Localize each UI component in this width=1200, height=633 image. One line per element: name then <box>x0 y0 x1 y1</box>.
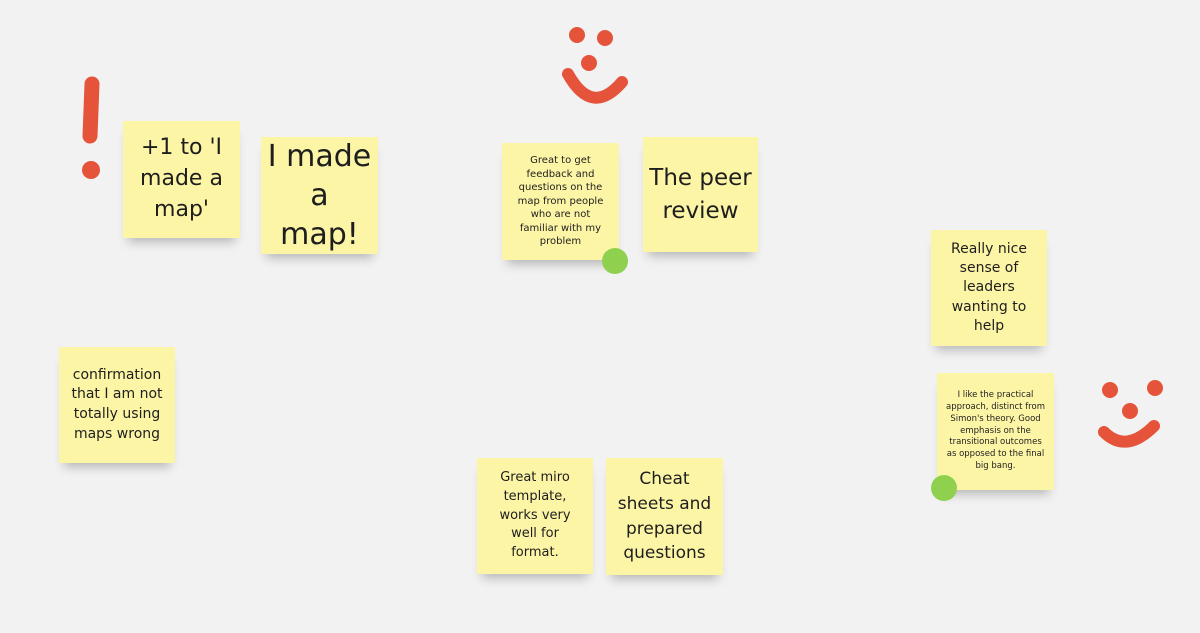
green-vote-dot[interactable] <box>602 248 628 274</box>
sticky-note-made-a-map[interactable]: I made a map! <box>261 137 378 254</box>
sticky-note-text: Great to get feedback and questions on t… <box>517 155 604 248</box>
sticky-note-miro-template[interactable]: Great miro template, works very well for… <box>477 458 593 574</box>
sticky-note-peer-review[interactable]: The peer review <box>643 137 758 252</box>
green-vote-dot[interactable] <box>931 475 957 501</box>
sticky-note-feedback[interactable]: Great to get feedback and questions on t… <box>502 143 619 260</box>
sticky-note-text: +1 to 'I made a map' <box>140 135 223 222</box>
sticky-note-text: confirmation that I am not totally using… <box>71 366 163 442</box>
smiley-face-icon[interactable] <box>1090 372 1170 458</box>
sticky-note-text: I like the practical approach, distinct … <box>946 390 1045 471</box>
sticky-note-confirmation[interactable]: confirmation that I am not totally using… <box>59 347 175 463</box>
sticky-note-cheat-sheets[interactable]: Cheat sheets and prepared questions <box>606 458 723 575</box>
sticky-note-practical[interactable]: I like the practical approach, distinct … <box>937 373 1054 490</box>
sticky-note-leaders[interactable]: Really nice sense of leaders wanting to … <box>931 230 1047 346</box>
sticky-note-text: Cheat sheets and prepared questions <box>617 469 712 564</box>
sticky-note-text: I made a map! <box>267 139 372 252</box>
smiley-face-icon[interactable] <box>552 22 638 112</box>
exclamation-icon[interactable] <box>74 74 110 184</box>
sticky-note-text: Really nice sense of leaders wanting to … <box>951 240 1027 334</box>
sticky-note-text: Great miro template, works very well for… <box>499 469 571 561</box>
sticky-note-text: The peer review <box>649 165 752 224</box>
sticky-note-plus-one[interactable]: +1 to 'I made a map' <box>123 121 240 238</box>
whiteboard-canvas[interactable]: +1 to 'I made a map' I made a map! Great… <box>0 0 1200 633</box>
